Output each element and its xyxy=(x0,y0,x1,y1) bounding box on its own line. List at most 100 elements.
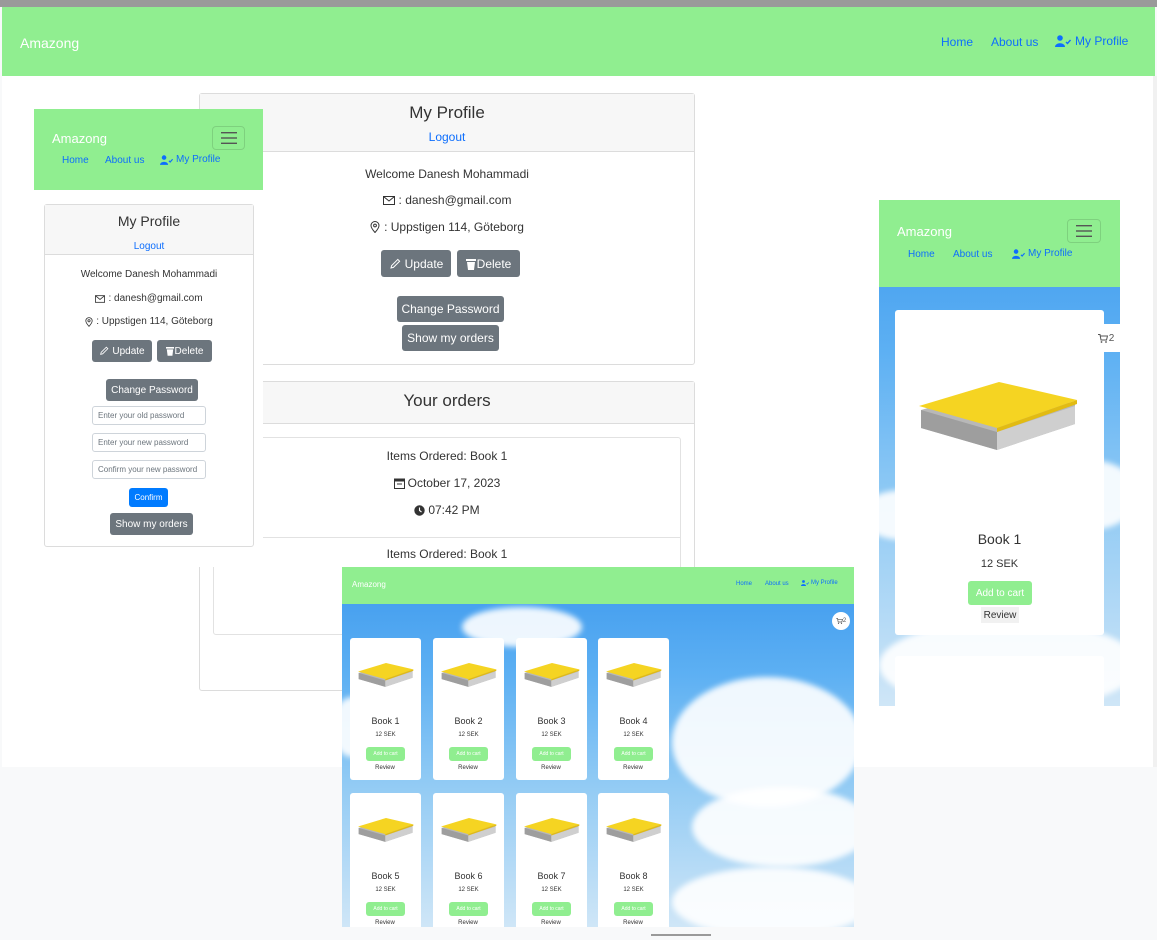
review-button[interactable]: Review xyxy=(621,918,645,927)
menu-icon xyxy=(1076,225,1092,237)
tablet-navbar: Amazong Home About us My Profile xyxy=(342,567,854,604)
nav-home[interactable]: Home xyxy=(941,35,973,49)
book-image xyxy=(606,663,662,687)
add-to-cart-button[interactable]: Add to cart xyxy=(449,747,488,761)
review-button[interactable]: Review xyxy=(981,607,1019,623)
profile-card-header: My Profile Logout xyxy=(200,94,694,152)
product-name: Book 2 xyxy=(454,716,483,726)
address-text: : Uppstigen 114, Göteborg xyxy=(384,220,524,234)
book-image xyxy=(606,818,662,842)
product-price: 12 SEK xyxy=(458,732,479,738)
mobile-email-text: : danesh@gmail.com xyxy=(108,293,203,304)
pencil-icon xyxy=(389,258,400,269)
tablet-nav-about[interactable]: About us xyxy=(765,581,789,587)
product-card: Book 2 12 SEK Add to cart Review xyxy=(433,638,504,780)
cart-icon xyxy=(1097,333,1108,343)
mobile-update-button[interactable]: Update xyxy=(92,340,152,362)
product-price: 12 SEK xyxy=(375,887,396,893)
delete-label: Delete xyxy=(476,256,512,271)
add-to-cart-button[interactable]: Add to cart xyxy=(366,902,405,916)
new-password-input[interactable]: Enter your new password xyxy=(92,433,206,452)
mobile-change-password-button[interactable]: Change Password xyxy=(106,379,198,401)
location-pin-icon xyxy=(85,316,93,327)
book-image xyxy=(441,818,497,842)
review-button[interactable]: Review xyxy=(456,763,480,773)
trash-icon xyxy=(465,258,476,270)
window-top-border xyxy=(0,0,1157,7)
mobile-nav-about[interactable]: About us xyxy=(105,155,144,166)
orders-card-header: Your orders xyxy=(200,382,694,424)
tablet-cart-badge[interactable]: 2 xyxy=(832,612,850,630)
mobile-logout-link[interactable]: Logout xyxy=(134,241,165,252)
product-price: 12 SEK xyxy=(375,732,396,738)
mobile-profile-header: My Profile Logout xyxy=(45,205,253,255)
welcome-text: Welcome Danesh Mohammadi xyxy=(365,167,529,181)
mobile-update-label: Update xyxy=(112,345,145,357)
add-to-cart-button[interactable]: Add to cart xyxy=(532,747,571,761)
product-price: 12 SEK xyxy=(458,887,479,893)
book-image xyxy=(358,663,414,687)
book-image xyxy=(524,818,580,842)
navbar-brand[interactable]: Amazong xyxy=(20,35,79,51)
hamburger-button[interactable] xyxy=(212,126,245,150)
nav-about[interactable]: About us xyxy=(991,35,1038,49)
confirm-password-input[interactable]: Confirm your new password xyxy=(92,460,206,479)
mobile-brand[interactable]: Amazong xyxy=(52,131,107,146)
tablet-brand[interactable]: Amazong xyxy=(352,580,386,589)
mobile-right-brand[interactable]: Amazong xyxy=(897,224,952,239)
hamburger-button[interactable] xyxy=(1067,219,1101,243)
review-button[interactable]: Review xyxy=(539,763,563,773)
add-to-cart-button[interactable]: Add to cart xyxy=(614,902,653,916)
mobile-address-line: : Uppstigen 114, Göteborg xyxy=(45,316,253,327)
tablet-nav-home[interactable]: Home xyxy=(736,581,752,587)
product-card: Book 8 12 SEK Add to cart Review xyxy=(598,793,669,927)
mobile-profile-card: My Profile Logout Welcome Danesh Mohamma… xyxy=(44,204,254,547)
mobile-right-nav-home[interactable]: Home xyxy=(908,249,935,260)
confirm-button[interactable]: Confirm xyxy=(129,488,168,507)
product-name: Book 3 xyxy=(537,716,566,726)
show-orders-button[interactable]: Show my orders xyxy=(402,325,499,351)
product-name: Book 1 xyxy=(371,716,400,726)
mobile-nav-home[interactable]: Home xyxy=(62,155,89,166)
envelope-icon xyxy=(95,294,106,303)
add-to-cart-button[interactable]: Add to cart xyxy=(366,747,405,761)
window-edge xyxy=(1153,76,1157,767)
update-label: Update xyxy=(404,256,444,271)
book-image xyxy=(441,663,497,687)
logout-link[interactable]: Logout xyxy=(429,130,466,144)
cart-badge[interactable]: 2 xyxy=(1090,324,1120,352)
product-price: 12 SEK xyxy=(623,732,644,738)
change-password-button[interactable]: Change Password xyxy=(397,296,504,322)
order-date-text: October 17, 2023 xyxy=(407,476,501,490)
review-button[interactable]: Review xyxy=(373,763,397,773)
add-to-cart-button[interactable]: Add to cart xyxy=(449,902,488,916)
review-button[interactable]: Review xyxy=(621,763,645,773)
add-to-cart-button[interactable]: Add to cart xyxy=(614,747,653,761)
mobile-right-nav-about[interactable]: About us xyxy=(953,249,992,260)
mobile-nav-my-profile[interactable]: My Profile xyxy=(160,154,220,165)
update-button[interactable]: Update xyxy=(381,250,451,277)
review-button[interactable]: Review xyxy=(373,918,397,927)
tablet-nav-my-profile[interactable]: My Profile xyxy=(801,580,838,586)
mobile-right-nav-my-profile[interactable]: My Profile xyxy=(1012,248,1072,259)
order-item: Items Ordered: Book 1 October 17, 2023 0… xyxy=(214,438,680,538)
review-button[interactable]: Review xyxy=(456,918,480,927)
review-button[interactable]: Review xyxy=(539,918,563,927)
mobile-delete-button[interactable]: Delete xyxy=(157,340,212,362)
product-name: Book 5 xyxy=(371,871,400,881)
nav-my-profile[interactable]: My Profile xyxy=(1055,34,1128,48)
product-card: Book 1 12 SEK Add to cart Review xyxy=(350,638,421,780)
mobile-show-orders-button[interactable]: Show my orders xyxy=(110,513,193,535)
email-line: : danesh@gmail.com xyxy=(200,193,694,207)
product-name: Book 1 xyxy=(977,531,1022,547)
order-time: 07:42 PM xyxy=(214,503,680,517)
mobile-profile-title: My Profile xyxy=(117,213,181,229)
add-to-cart-button[interactable]: Add to cart xyxy=(968,581,1032,605)
order-time-text: 07:42 PM xyxy=(428,503,480,517)
delete-button[interactable]: Delete xyxy=(457,250,520,277)
old-password-input[interactable]: Enter your old password xyxy=(92,406,206,425)
clock-icon xyxy=(414,504,426,516)
mobile-delete-label: Delete xyxy=(174,345,204,357)
scroll-indicator xyxy=(651,934,711,936)
add-to-cart-button[interactable]: Add to cart xyxy=(532,902,571,916)
